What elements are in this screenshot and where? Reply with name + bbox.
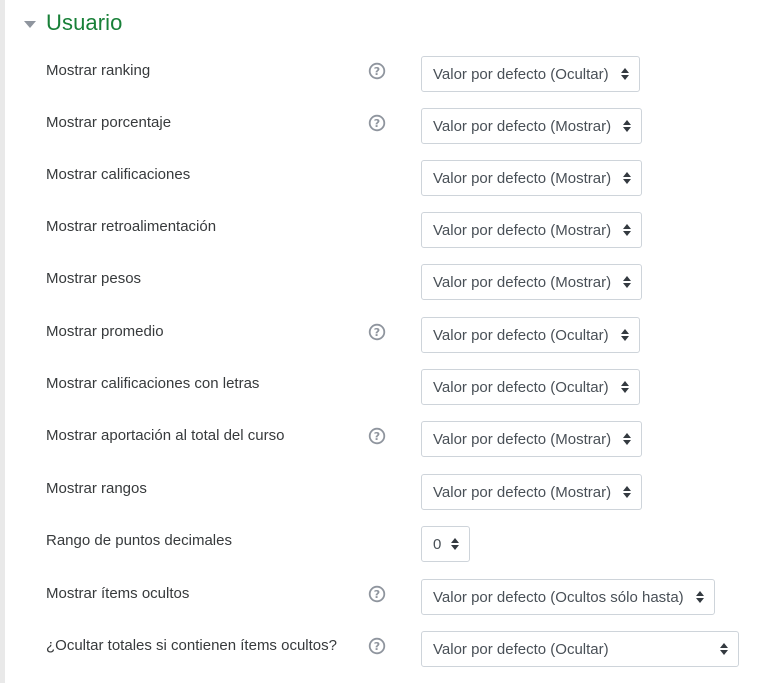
setting-label: Mostrar promedio [46, 323, 164, 340]
svg-text:?: ? [374, 117, 380, 130]
select-value: Valor por defecto (Mostrar) [433, 221, 612, 239]
select-value: Valor por defecto (Ocultar) [433, 65, 609, 83]
select-value: Valor por defecto (Ocultar) [433, 326, 609, 344]
select-arrows-icon [620, 68, 629, 80]
select-arrows-icon [623, 224, 632, 236]
svg-text:?: ? [374, 326, 380, 339]
select-value: Valor por defecto (Ocultos sólo hasta) [433, 588, 684, 606]
setting-select[interactable]: Valor por defecto (Ocultar) [421, 631, 739, 667]
help-icon[interactable]: ? [368, 114, 386, 132]
select-value: 0 [433, 535, 442, 553]
setting-label: Mostrar porcentaje [46, 114, 172, 131]
svg-text:?: ? [374, 430, 380, 443]
setting-select[interactable]: Valor por defecto (Mostrar) [421, 474, 643, 510]
setting-select[interactable]: Valor por defecto (Ocultar) [421, 56, 640, 92]
select-arrows-icon [620, 381, 629, 393]
select-arrows-icon [623, 433, 632, 445]
setting-row: Mostrar calificaciones con letras Valor … [0, 369, 777, 407]
setting-label: Mostrar retroalimentación [46, 218, 217, 235]
svg-text:?: ? [374, 65, 380, 78]
select-value: Valor por defecto (Mostrar) [433, 430, 612, 448]
select-arrows-icon [720, 643, 728, 655]
caret-down-icon [24, 20, 36, 28]
setting-select[interactable]: Valor por defecto (Ocultar) [421, 369, 640, 405]
help-icon[interactable]: ? [368, 637, 386, 655]
svg-text:?: ? [374, 640, 380, 653]
setting-row: Rango de puntos decimales 0 [0, 526, 777, 564]
setting-label: Mostrar ítems ocultos [46, 585, 190, 602]
help-icon[interactable]: ? [368, 323, 386, 341]
select-arrows-icon [451, 538, 460, 550]
select-arrows-icon [623, 486, 632, 498]
setting-select[interactable]: Valor por defecto (Mostrar) [421, 160, 643, 196]
setting-select[interactable]: Valor por defecto (Mostrar) [421, 108, 643, 144]
setting-label: ¿Ocultar totales si contienen ítems ocul… [46, 637, 337, 654]
setting-select[interactable]: Valor por defecto (Mostrar) [421, 212, 643, 248]
section-title: Usuario [46, 10, 123, 35]
help-icon[interactable]: ? [368, 62, 386, 80]
help-icon[interactable]: ? [368, 585, 386, 603]
decimal-points-select[interactable]: 0 [421, 526, 471, 562]
select-arrows-icon [623, 276, 632, 288]
setting-row: Mostrar retroalimentación Valor por defe… [0, 212, 777, 250]
setting-row: Mostrar rangos Valor por defecto (Mostra… [0, 474, 777, 512]
setting-row: Mostrar promedio ? Valor por defecto (Oc… [0, 317, 777, 355]
select-arrows-icon [620, 329, 629, 341]
help-icon[interactable]: ? [368, 427, 386, 445]
setting-select[interactable]: Valor por defecto (Mostrar) [421, 421, 643, 457]
setting-label: Mostrar calificaciones con letras [46, 375, 260, 392]
setting-row: Mostrar pesos Valor por defecto (Mostrar… [0, 264, 777, 302]
setting-label: Mostrar rangos [46, 480, 147, 497]
select-arrows-icon [623, 172, 632, 184]
setting-row: ¿Ocultar totales si contienen ítems ocul… [0, 631, 777, 669]
select-arrows-icon [695, 591, 704, 603]
setting-select[interactable]: Valor por defecto (Ocultos sólo hasta) [421, 579, 715, 615]
setting-row: Mostrar calificaciones Valor por defecto… [0, 160, 777, 198]
setting-label: Rango de puntos decimales [46, 532, 232, 549]
setting-row: Mostrar ítems ocultos ? Valor por defect… [0, 579, 777, 617]
select-value: Valor por defecto (Mostrar) [433, 483, 612, 501]
setting-row: Mostrar ranking ? Valor por defecto (Ocu… [0, 56, 777, 94]
select-value: Valor por defecto (Ocultar) [433, 378, 609, 396]
setting-label: Mostrar ranking [46, 62, 151, 79]
setting-row: Mostrar aportación al total del curso ? … [0, 421, 777, 459]
setting-label: Mostrar aportación al total del curso [46, 427, 285, 444]
svg-text:?: ? [374, 588, 380, 601]
setting-select[interactable]: Valor por defecto (Mostrar) [421, 264, 643, 300]
setting-label: Mostrar pesos [46, 270, 142, 287]
select-value: Valor por defecto (Ocultar) [433, 640, 609, 658]
setting-row: Mostrar porcentaje ? Valor por defecto (… [0, 108, 777, 146]
section-toggle[interactable]: Usuario [24, 8, 123, 38]
select-value: Valor por defecto (Mostrar) [433, 273, 612, 291]
setting-select[interactable]: Valor por defecto (Ocultar) [421, 317, 640, 353]
setting-label: Mostrar calificaciones [46, 166, 191, 183]
select-value: Valor por defecto (Mostrar) [433, 117, 612, 135]
select-value: Valor por defecto (Mostrar) [433, 169, 612, 187]
select-arrows-icon [623, 120, 632, 132]
